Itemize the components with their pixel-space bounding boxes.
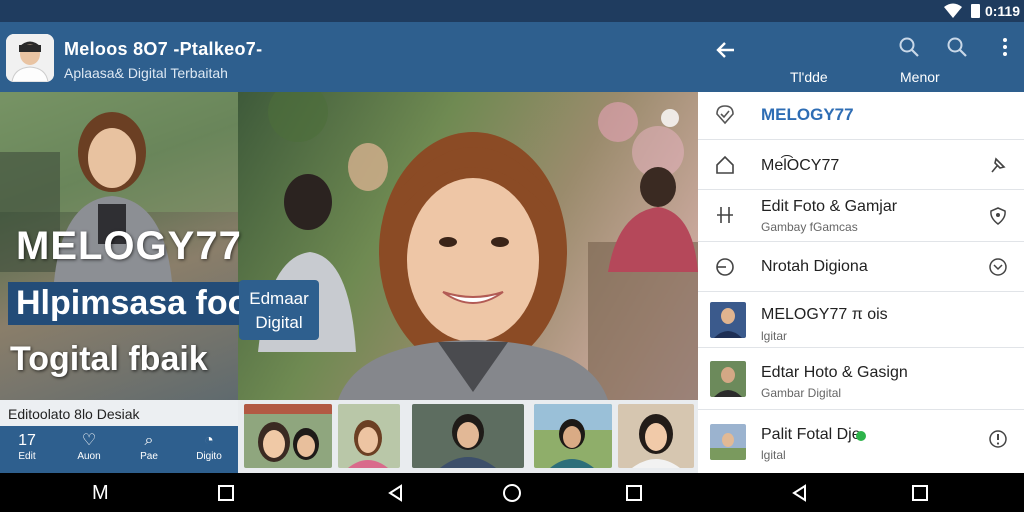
hero-title: MELOGY77 (16, 224, 242, 268)
search-icon[interactable] (946, 36, 968, 58)
thumbnail[interactable] (244, 404, 332, 468)
recents-icon[interactable] (624, 483, 644, 503)
menu-list: MELOGY77 Mel͡OCY77 Edit Foto & Gamjar Ga… (698, 92, 1024, 473)
battery-icon (971, 4, 980, 18)
list-item[interactable]: Palit Fotal Dje lgital (698, 410, 1024, 473)
list-item-title: Nrotah Digiona (761, 258, 868, 275)
nav-digito[interactable]: ◔ Digito (184, 431, 234, 462)
list-thumbnail (710, 302, 746, 338)
nav-label: Auon (77, 451, 101, 462)
menu-icon[interactable]: M (92, 482, 109, 505)
dashboard-icon: ◔ (204, 432, 214, 449)
search-icon[interactable] (898, 36, 920, 58)
list-item[interactable]: Edtar Hoto & Gasign Gambar Digital (698, 348, 1024, 410)
thumbnail-strip (238, 400, 698, 473)
system-nav-bar: M (0, 473, 1024, 512)
shape-icon (716, 258, 734, 276)
chevron-circle-icon[interactable] (988, 257, 1008, 277)
list-item[interactable]: Edit Foto & Gamjar Gambay fGamcas (698, 190, 1024, 242)
app-header: Meloos 8O7 -Ptalkeo7- Aplaasa& Digital T… (0, 22, 698, 92)
nav-pae[interactable]: ⌕ Pae (124, 431, 174, 462)
hero-tagline-1: Hlpimsasa foo (8, 282, 257, 325)
status-bar: 0:119 (0, 0, 1024, 22)
back-icon[interactable] (790, 483, 810, 503)
list-item[interactable]: MELOGY77 π ois lgitar (698, 292, 1024, 348)
recents-icon[interactable] (910, 483, 930, 503)
list-item-subtitle: lgitar (761, 329, 788, 343)
search-icon: ⌕ (144, 432, 154, 449)
app-title: Meloos 8O7 -Ptalkeo7- (64, 39, 263, 59)
status-time: 0:119 (984, 3, 1020, 19)
detail-header: Tl'dde Menor (698, 22, 1024, 92)
list-item-subtitle: Gambay fGamcas (761, 220, 858, 234)
photo-caption: Editoolato 8lo Desiak (0, 400, 238, 426)
back-icon[interactable] (386, 483, 406, 503)
nav-label: Edit (18, 451, 36, 462)
badge-icon (716, 105, 734, 125)
bottom-nav: 17 Edit ♡ Auon ⌕ Pae ◔ Digito (0, 426, 238, 473)
list-item-title: Edtar Hoto & Gasign (761, 364, 908, 381)
pin-icon[interactable] (988, 155, 1008, 175)
recents-icon[interactable] (216, 483, 236, 503)
tab-menor[interactable]: Menor (900, 69, 940, 85)
tab-tidde[interactable]: Tl'dde (790, 69, 828, 85)
nav-label: Digito (196, 451, 222, 462)
heart-icon: ♡ (81, 432, 97, 449)
thumbnail[interactable] (618, 404, 694, 468)
edit-icon: 17 (18, 432, 36, 449)
edit-digital-badge[interactable]: Edmaar Digital (239, 280, 319, 340)
list-header-row: MELOGY77 (698, 92, 1024, 140)
back-arrow-icon[interactable] (714, 38, 738, 62)
list-item-title: MELOGY77 π ois (761, 306, 888, 323)
wifi-icon (944, 3, 962, 18)
list-item-title: Mel͡OCY77 (761, 157, 840, 174)
thumbnail[interactable] (338, 404, 400, 468)
nav-edit[interactable]: 17 Edit (2, 431, 52, 462)
shield-icon[interactable] (988, 206, 1008, 226)
hero-photo-main (238, 92, 698, 400)
screen: 0:119 Meloos 8O7 -Ptalkeo7- Aplaasa& Dig… (0, 0, 1024, 512)
list-thumbnail (710, 361, 746, 397)
home-icon (716, 155, 734, 174)
list-item-subtitle: lgital (761, 448, 786, 462)
online-status-dot (856, 431, 866, 441)
nav-auon[interactable]: ♡ Auon (64, 431, 114, 462)
list-item[interactable]: Nrotah Digiona (698, 242, 1024, 292)
thumbnail[interactable] (534, 404, 612, 468)
more-vert-icon[interactable] (994, 36, 1016, 58)
adjust-icon (717, 207, 733, 223)
nav-label: Pae (140, 451, 158, 462)
list-item-title: Palit Fotal Dje (761, 426, 861, 443)
app-subtitle: Aplaasa& Digital Terbaitah (64, 65, 228, 81)
list-item[interactable]: Mel͡OCY77 (698, 140, 1024, 190)
list-item-subtitle: Gambar Digital (761, 386, 842, 400)
thumbnail[interactable] (412, 404, 524, 468)
hero-tagline-2: Togital fbaik (10, 340, 208, 378)
list-header-title: MELOGY77 (761, 105, 854, 124)
info-icon[interactable] (988, 429, 1008, 449)
home-icon[interactable] (502, 483, 522, 503)
list-item-title: Edit Foto & Gamjar (761, 198, 898, 215)
list-thumbnail (710, 424, 746, 460)
avatar[interactable] (6, 34, 54, 82)
